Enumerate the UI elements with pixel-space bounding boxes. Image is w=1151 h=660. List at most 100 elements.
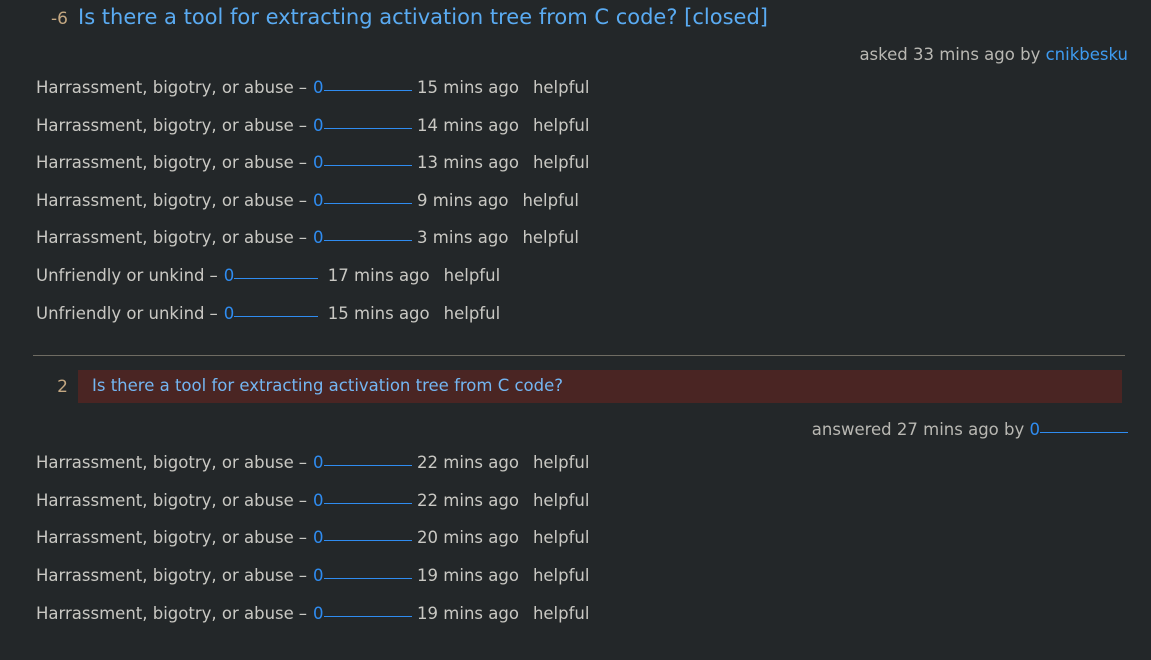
- flag-user-name: 0: [223, 303, 235, 323]
- redaction-bar-icon: [323, 127, 412, 129]
- flag-user-name: 0: [313, 565, 324, 585]
- flag-user-name: 0: [313, 190, 324, 210]
- question-byline: asked 33 mins ago by cnikbesku: [0, 45, 1151, 65]
- answer-flag-list: Harrassment, bigotry, or abuse – 0 22 mi…: [0, 453, 1151, 641]
- flag-user-link[interactable]: 0: [313, 78, 412, 97]
- table-row: Unfriendly or unkind – 0 15 mins ago hel…: [0, 304, 1151, 342]
- flag-user-name: 0: [313, 490, 324, 510]
- flag-separator: –: [209, 265, 218, 285]
- flag-user-name: 0: [313, 228, 324, 248]
- flag-timestamp: 20 mins ago: [417, 528, 519, 548]
- flag-user-link[interactable]: 0: [313, 453, 412, 472]
- flag-helpful-action[interactable]: helpful: [533, 153, 590, 172]
- redaction-bar-icon: [323, 465, 412, 467]
- answer-title-link[interactable]: Is there a tool for extracting activatio…: [78, 370, 1122, 404]
- flag-timestamp: 15 mins ago: [417, 78, 519, 97]
- flag-user-link[interactable]: 0: [313, 228, 412, 247]
- question-post: -6 Is there a tool for extracting activa…: [0, 0, 1151, 341]
- redaction-bar-icon: [323, 90, 412, 91]
- flag-user-cell: 0: [313, 191, 417, 210]
- answer-author-link[interactable]: 0: [1029, 420, 1128, 440]
- flag-user-link[interactable]: 0: [313, 604, 412, 623]
- flag-reason: Harrassment, bigotry, or abuse: [36, 78, 294, 97]
- flag-timestamp: 14 mins ago: [417, 115, 519, 135]
- table-row: Harrassment, bigotry, or abuse – 0 15 mi…: [0, 78, 1151, 116]
- flag-timestamp: 15 mins ago: [327, 303, 430, 323]
- flag-helpful-action[interactable]: helpful: [533, 453, 590, 472]
- question-author-link[interactable]: cnikbesku: [1046, 45, 1128, 64]
- redaction-bar-icon: [323, 540, 412, 542]
- flag-timestamp: 13 mins ago: [417, 153, 519, 173]
- flag-timestamp: 3 mins ago: [417, 228, 509, 248]
- redaction-bar-icon: [234, 277, 319, 279]
- flag-separator: –: [209, 303, 218, 323]
- table-row: Unfriendly or unkind – 0 17 mins ago hel…: [0, 266, 1151, 304]
- table-row: Harrassment, bigotry, or abuse – 0 22 mi…: [0, 491, 1151, 529]
- flag-reason: Harrassment, bigotry, or abuse: [36, 603, 294, 623]
- flag-user-link[interactable]: 0: [313, 191, 412, 210]
- flag-reason: Harrassment, bigotry, or abuse: [36, 528, 294, 548]
- flag-user-name: 0: [313, 153, 324, 173]
- flag-user-link[interactable]: 0: [224, 304, 319, 323]
- flag-helpful-action[interactable]: helpful: [533, 491, 590, 510]
- flag-helpful-action[interactable]: helpful: [444, 304, 501, 323]
- question-title-link[interactable]: Is there a tool for extracting activatio…: [78, 0, 1151, 30]
- flag-reason: Unfriendly or unkind: [36, 303, 205, 323]
- flag-user-cell: 0: [313, 116, 417, 135]
- flag-user-cell: 0: [313, 604, 417, 623]
- flag-helpful-action[interactable]: helpful: [522, 228, 579, 247]
- flag-user-link[interactable]: 0: [313, 491, 412, 510]
- flag-user-link[interactable]: 0: [313, 116, 412, 135]
- answer-header: 2 Is there a tool for extracting activat…: [0, 370, 1151, 404]
- flag-reason: Harrassment, bigotry, or abuse: [36, 115, 294, 135]
- answer-author-name: 0: [1029, 420, 1041, 440]
- redaction-bar-icon: [323, 165, 412, 167]
- flag-helpful-action[interactable]: helpful: [533, 528, 590, 547]
- flag-timestamp: 19 mins ago: [417, 603, 519, 623]
- flag-user-name: 0: [313, 528, 324, 548]
- flag-helpful-action[interactable]: helpful: [522, 191, 579, 210]
- table-row: Harrassment, bigotry, or abuse – 0 19 mi…: [0, 566, 1151, 604]
- redaction-bar-icon: [323, 577, 412, 579]
- flag-user-name: 0: [313, 115, 324, 135]
- question-flag-list: Harrassment, bigotry, or abuse – 0 15 mi…: [0, 78, 1151, 341]
- flag-separator: –: [298, 190, 308, 210]
- answer-byline: answered 27 mins ago by 0: [0, 420, 1151, 440]
- redaction-bar-icon: [323, 615, 412, 617]
- flag-user-cell: 0: [313, 453, 417, 472]
- answer-post: 2 Is there a tool for extracting activat…: [0, 370, 1151, 641]
- flag-helpful-action[interactable]: helpful: [533, 116, 590, 135]
- flag-user-link[interactable]: 0: [313, 528, 412, 547]
- flag-timestamp: 17 mins ago: [327, 265, 430, 285]
- flag-reason: Unfriendly or unkind: [36, 265, 205, 285]
- flag-user-cell: 0: [313, 491, 417, 510]
- flag-user-cell: 0: [224, 266, 328, 285]
- flag-separator: –: [298, 453, 308, 473]
- redaction-bar-icon: [323, 502, 412, 504]
- flag-separator: –: [298, 528, 308, 548]
- flag-separator: –: [298, 228, 308, 248]
- flag-helpful-action[interactable]: helpful: [533, 604, 590, 623]
- redaction-bar-icon: [323, 240, 412, 242]
- table-row: Harrassment, bigotry, or abuse – 0 20 mi…: [0, 528, 1151, 566]
- flag-user-link[interactable]: 0: [313, 153, 412, 172]
- question-header: -6 Is there a tool for extracting activa…: [0, 0, 1151, 30]
- flag-user-cell: 0: [313, 78, 417, 97]
- flag-user-name: 0: [223, 265, 235, 285]
- flag-timestamp: 19 mins ago: [417, 565, 519, 585]
- flag-user-name: 0: [313, 78, 324, 97]
- flag-separator: –: [298, 490, 308, 510]
- flag-timestamp: 22 mins ago: [417, 453, 519, 473]
- answer-score: 2: [57, 377, 68, 398]
- table-row: Harrassment, bigotry, or abuse – 0 14 mi…: [0, 116, 1151, 154]
- flag-reason: Harrassment, bigotry, or abuse: [36, 453, 294, 473]
- flag-user-link[interactable]: 0: [224, 266, 319, 285]
- flag-helpful-action[interactable]: helpful: [444, 266, 501, 285]
- flag-helpful-action[interactable]: helpful: [533, 78, 590, 97]
- flag-reason: Harrassment, bigotry, or abuse: [36, 190, 294, 210]
- flag-separator: –: [298, 78, 308, 97]
- flag-user-cell: 0: [313, 566, 417, 585]
- flag-user-link[interactable]: 0: [313, 566, 412, 585]
- flag-reason: Harrassment, bigotry, or abuse: [36, 228, 294, 248]
- flag-helpful-action[interactable]: helpful: [533, 566, 590, 585]
